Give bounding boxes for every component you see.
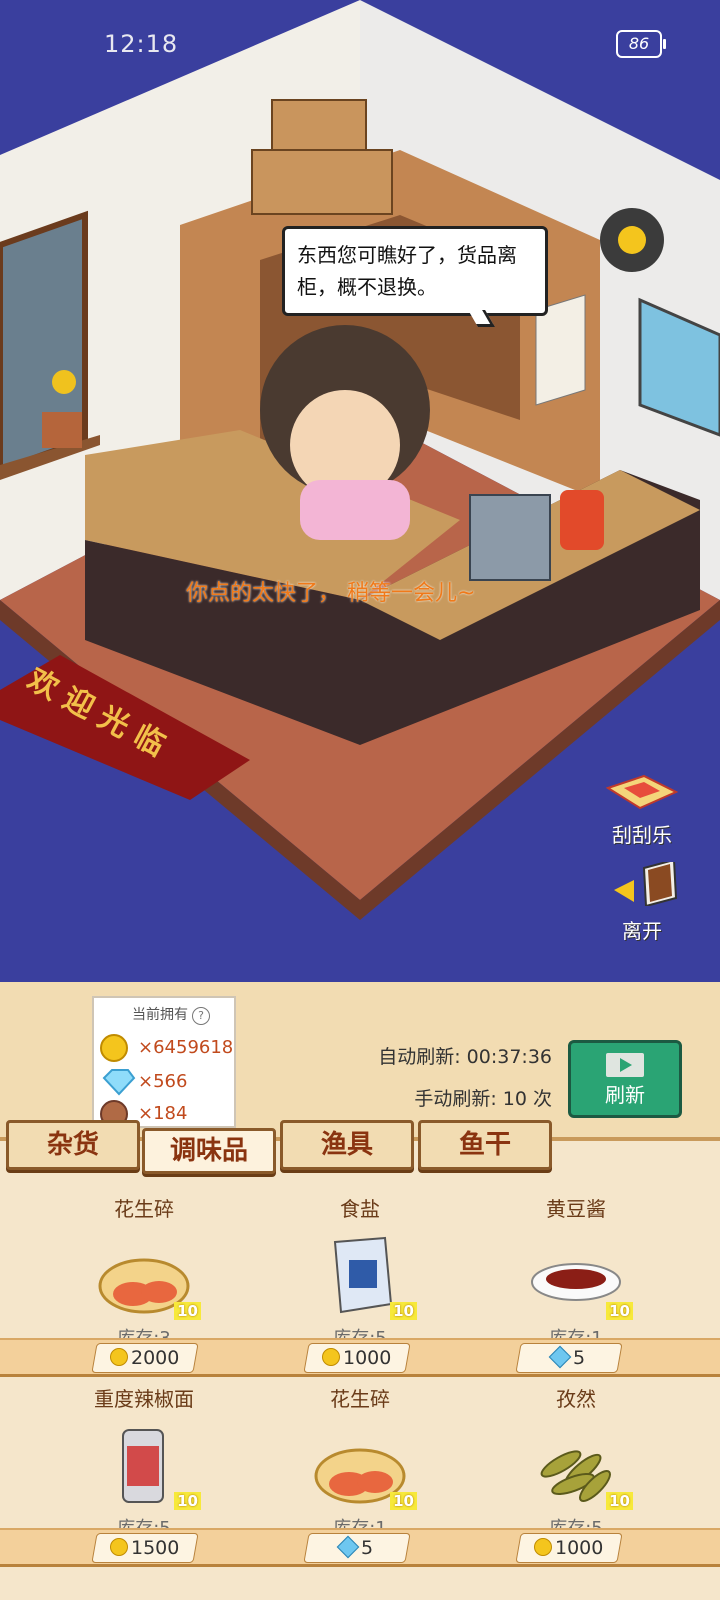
shopkeeper-speech-bubble: 东西您可瞧好了，货品离柜，概不退换。 — [282, 226, 548, 316]
wallet-title: 当前拥有 — [132, 1007, 188, 1023]
item-quantity: 10 — [390, 1302, 417, 1320]
item-name: 黄豆酱 — [546, 1197, 606, 1221]
buy-button[interactable]: 2000 — [91, 1343, 199, 1373]
item-price: 1000 — [343, 1347, 392, 1369]
item-price: 5 — [573, 1347, 586, 1369]
item-quantity: 10 — [174, 1302, 201, 1320]
shop-scene-art — [0, 0, 720, 1000]
tab-seasoning[interactable]: 调味品 — [142, 1128, 276, 1174]
gold-coin-icon — [100, 1034, 128, 1062]
category-tabs: 杂货 调味品 渔具 鱼干 — [0, 1120, 720, 1176]
price-bar: 1500 5 1000 — [0, 1528, 720, 1567]
shop-panel-header: 当前拥有? ×6459618 ×566 ×184 自动刷新: 00:37:36 … — [0, 982, 720, 1141]
item-price: 2000 — [131, 1347, 180, 1369]
tab-dried-fish[interactable]: 鱼干 — [418, 1120, 552, 1170]
item-name: 花生碎 — [330, 1387, 390, 1411]
diamond-icon — [337, 1535, 360, 1559]
leave-button[interactable]: 离开 — [604, 858, 680, 944]
item-name: 孜然 — [556, 1387, 596, 1411]
shop-scene: 欢迎光临 — [0, 0, 720, 1000]
gold-coin-icon — [110, 1348, 129, 1366]
gold-coin-icon — [322, 1348, 341, 1366]
item-price: 1500 — [131, 1537, 180, 1559]
peanut-icon: 10 — [89, 1234, 201, 1320]
buy-button[interactable]: 1000 — [303, 1343, 411, 1373]
status-time: 12:18 — [104, 30, 179, 58]
gold-coin-icon — [110, 1538, 129, 1556]
item-quantity: 10 — [174, 1492, 201, 1510]
coin-balance: ×6459618 — [100, 1034, 233, 1062]
item-name: 花生碎 — [114, 1197, 174, 1221]
item-name: 食盐 — [340, 1197, 380, 1221]
tab-fishing-gear[interactable]: 渔具 — [280, 1120, 414, 1170]
buy-button[interactable]: 1000 — [515, 1533, 623, 1563]
manual-refresh-count: 手动刷新: 10 次 — [414, 1088, 552, 1110]
tab-grocery[interactable]: 杂货 — [6, 1120, 140, 1170]
door-icon — [614, 858, 678, 908]
status-bar: 12:18 86 — [0, 0, 720, 80]
item-quantity: 10 — [606, 1302, 633, 1320]
gem-balance: ×566 — [100, 1068, 187, 1096]
leave-button-label: 离开 — [622, 919, 662, 943]
item-price: 5 — [361, 1537, 374, 1559]
diamond-icon — [549, 1345, 572, 1369]
cumin-icon: 10 — [521, 1424, 633, 1510]
auto-refresh-timer: 自动刷新: 00:37:36 — [378, 1046, 552, 1068]
buy-button[interactable]: 5 — [515, 1343, 623, 1373]
diamond-icon — [102, 1069, 136, 1096]
buy-button[interactable]: 1500 — [91, 1533, 199, 1563]
lottery-ticket-icon — [605, 774, 679, 810]
wallet-box: 当前拥有? ×6459618 ×566 ×184 — [92, 996, 236, 1128]
price-bar: 2000 1000 5 — [0, 1338, 720, 1377]
peanut-icon: 10 — [305, 1424, 417, 1510]
item-quantity: 10 — [390, 1492, 417, 1510]
item-quantity: 10 — [606, 1492, 633, 1510]
lottery-button[interactable]: 刮刮乐 — [604, 774, 680, 848]
toast-message: 你点的太快了， 稍等一会儿~ — [186, 581, 476, 606]
coin-count: 6459618 — [153, 1037, 234, 1058]
battery-icon: 86 — [616, 30, 666, 58]
salt-bag-icon: 10 — [305, 1234, 417, 1320]
chili-can-icon: 10 — [89, 1424, 201, 1510]
refresh-button-label: 刷新 — [605, 1083, 645, 1107]
help-icon[interactable]: ? — [192, 1007, 210, 1025]
item-price: 1000 — [555, 1537, 604, 1559]
gold-coin-icon — [534, 1538, 553, 1556]
play-icon — [606, 1053, 644, 1077]
refresh-button[interactable]: 刷新 — [568, 1040, 682, 1118]
buy-button[interactable]: 5 — [303, 1533, 411, 1563]
lottery-button-label: 刮刮乐 — [612, 823, 672, 847]
shop-panel: 当前拥有? ×6459618 ×566 ×184 自动刷新: 00:37:36 … — [0, 982, 720, 1600]
item-name: 重度辣椒面 — [94, 1387, 194, 1411]
gem-count: 566 — [153, 1071, 188, 1092]
sauce-plate-icon: 10 — [521, 1234, 633, 1320]
